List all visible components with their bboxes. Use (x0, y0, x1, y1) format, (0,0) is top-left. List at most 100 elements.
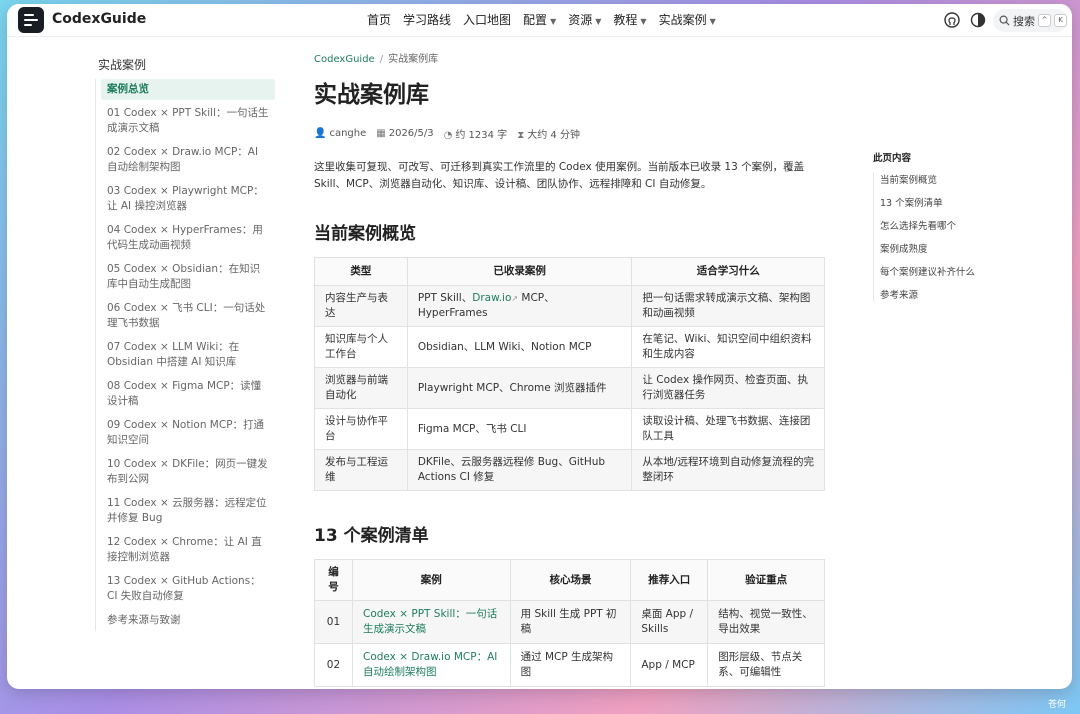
toc-item[interactable]: 怎么选择先看哪个 (880, 218, 1003, 232)
table-header: 案例 (351, 559, 511, 601)
browser-window: CodexGuide 首页 学习路线 入口地图 配置 ▼ 资源 ▼ 教程 ▼ 实战案例… (7, 4, 1072, 689)
word-count-icon: ◔ (443, 130, 453, 141)
table-cell: Obsidian、LLM Wiki、Notion MCP (406, 326, 633, 368)
nav-tutorials[interactable]: 教程 ▼ (613, 11, 646, 28)
meta-read-time: 大约 4 分钟 (527, 130, 580, 141)
nav-home[interactable]: 首页 (367, 11, 391, 28)
toc-item[interactable]: 参考来源 (880, 287, 1003, 301)
nav-entry-map[interactable]: 入口地图 (463, 11, 511, 28)
table-row: 知识库与个人工作台 Obsidian、LLM Wiki、Notion MCP 在… (314, 326, 825, 368)
contrast-icon[interactable] (970, 12, 986, 28)
table-cell: Codex × Draw.io MCP：AI 自动绘制架构图 (351, 643, 511, 687)
github-icon[interactable] (944, 12, 960, 28)
nav-resources[interactable]: 资源 ▼ (568, 11, 601, 28)
search-button[interactable]: 搜索 ^ K (993, 9, 1068, 32)
sidebar-item-04[interactable]: 04 Codex × HyperFrames：用代码生成动画视频 (101, 220, 275, 256)
drawio-link[interactable]: Draw.io (472, 292, 511, 304)
toc-item[interactable]: 当前案例概览 (880, 172, 1003, 186)
table-cell: 通过 MCP 生成架构图 (509, 643, 632, 687)
table-cell: 发布与工程运维 (314, 449, 408, 491)
overview-table: 类型 已收录案例 适合学习什么 内容生产与表达 PPT Skill、Draw.i… (314, 257, 825, 491)
sidebar-item-05[interactable]: 05 Codex × Obsidian：在知识库中自动生成配图 (101, 259, 275, 295)
table-cell: 内容生产与表达 (314, 285, 408, 327)
sidebar-item-10[interactable]: 10 Codex × DKFile：网页一键发布到公网 (101, 454, 275, 490)
sidebar-title: 实战案例 (98, 58, 147, 72)
nav-links: 首页 学习路线 入口地图 配置 ▼ 资源 ▼ 教程 ▼ 实战案例 ▼ (367, 11, 716, 28)
table-cell: 从本地/远程环境到自动修复流程的完整闭环 (631, 449, 825, 491)
table-cell: 浏览器与前端自动化 (314, 367, 408, 409)
table-cell: DKFile、云服务器远程修 Bug、GitHub Actions CI 修复 (406, 449, 633, 491)
hourglass-icon: ⧗ (517, 130, 525, 141)
sidebar-item-03[interactable]: 03 Codex × Playwright MCP：让 AI 操控浏览器 (101, 181, 275, 217)
table-cell: 结构、视觉一致性、导出效果 (707, 600, 825, 644)
sidebar-item-08[interactable]: 08 Codex × Figma MCP：读懂设计稿 (101, 376, 275, 412)
table-row: 设计与协作平台 Figma MCP、飞书 CLI 读取设计稿、处理飞书数据、连接… (314, 408, 825, 450)
section-heading-overview: 当前案例概览 (314, 224, 416, 244)
table-cell: 在笔记、Wiki、知识空间中组织资料和生成内容 (631, 326, 825, 368)
toc-item[interactable]: 案例成熟度 (880, 241, 1003, 255)
main-content: CodexGuide / 实战案例库 实战案例库 👤 canghe ▦ 2026/5/3… (314, 50, 834, 687)
table-row: 浏览器与前端自动化 Playwright MCP、Chrome 浏览器插件 让 … (314, 367, 825, 409)
chevron-down-icon: ▼ (640, 17, 647, 26)
toc-list: 当前案例概览 13 个案例清单 怎么选择先看哪个 案例成熟度 每个案例建议补齐什… (873, 172, 1003, 301)
breadcrumb-home[interactable]: CodexGuide (314, 54, 375, 65)
table-cell: 01 (314, 600, 353, 644)
breadcrumb-current: 实战案例库 (388, 54, 439, 65)
meta-date: 2026/5/3 (388, 128, 434, 139)
author-icon: 👤 (314, 128, 327, 139)
search-icon (999, 15, 1010, 26)
table-cell: 图形层级、节点关系、可编辑性 (707, 643, 825, 687)
table-header-row: 类型 已收录案例 适合学习什么 (314, 257, 825, 286)
toc-title: 此页内容 (873, 153, 912, 164)
site-logo-icon[interactable] (18, 7, 44, 33)
table-cell: 设计与协作平台 (314, 408, 408, 450)
table-cell: 读取设计稿、处理飞书数据、连接团队工具 (631, 408, 825, 450)
table-cell: 用 Skill 生成 PPT 初稿 (509, 600, 632, 644)
case-link-01[interactable]: Codex × PPT Skill：一句话生成演示文稿 (363, 608, 497, 635)
sidebar-item-02[interactable]: 02 Codex × Draw.io MCP：AI 自动绘制架构图 (101, 142, 275, 178)
table-header: 验证重点 (707, 559, 825, 601)
table-cell: App / MCP (630, 643, 709, 687)
table-header: 已收录案例 (406, 257, 633, 286)
meta-words: 约 1234 字 (455, 130, 508, 141)
table-row: 内容生产与表达 PPT Skill、Draw.io↗ MCP、HyperFram… (314, 285, 825, 327)
search-label: 搜索 (1013, 14, 1035, 28)
nav-icon-group (944, 12, 986, 28)
table-row: 02 Codex × Draw.io MCP：AI 自动绘制架构图 通过 MCP… (314, 643, 825, 687)
toc-item[interactable]: 13 个案例清单 (880, 195, 1003, 209)
sidebar-item-01[interactable]: 01 Codex × PPT Skill：一句话生成演示文稿 (101, 103, 275, 139)
toc-item[interactable]: 每个案例建议补齐什么 (880, 264, 1003, 278)
watermark: 苍何 (1048, 700, 1067, 710)
table-header: 核心场景 (509, 559, 632, 601)
page-meta: 👤 canghe ▦ 2026/5/3 ◔ 约 1234 字 ⧗ 大约 4 分钟 (314, 126, 834, 141)
sidebar-item-13[interactable]: 13 Codex × GitHub Actions：CI 失败自动修复 (101, 571, 275, 607)
breadcrumb-separator: / (379, 54, 384, 65)
table-cell: Codex × PPT Skill：一句话生成演示文稿 (351, 600, 511, 644)
sidebar-item-12[interactable]: 12 Codex × Chrome：让 AI 直接控制浏览器 (101, 532, 275, 568)
sidebar-item-11[interactable]: 11 Codex × 云服务器：远程定位并修复 Bug (101, 493, 275, 529)
table-cell: PPT Skill、Draw.io↗ MCP、HyperFrames (406, 285, 633, 327)
calendar-icon: ▦ (376, 128, 386, 139)
table-cell: 知识库与个人工作台 (314, 326, 408, 368)
table-cell: 让 Codex 操作网页、检查页面、执行浏览器任务 (631, 367, 825, 409)
nav-cases[interactable]: 实战案例 ▼ (659, 11, 716, 28)
table-cell: 把一句话需求转成演示文稿、架构图和动画视频 (631, 285, 825, 327)
chevron-down-icon: ▼ (709, 17, 716, 26)
sidebar-item-09[interactable]: 09 Codex × Notion MCP：打通知识空间 (101, 415, 275, 451)
table-header-row: 编号 案例 核心场景 推荐入口 验证重点 (314, 559, 825, 601)
sidebar-item-references[interactable]: 参考来源与致谢 (101, 610, 275, 631)
on-this-page-toc: 此页内容 当前案例概览 13 个案例清单 怎么选择先看哪个 案例成熟度 每个案例… (873, 150, 1003, 310)
table-header: 适合学习什么 (631, 257, 825, 286)
nav-learning-path[interactable]: 学习路线 (403, 11, 451, 28)
table-header: 推荐入口 (630, 559, 709, 601)
sidebar-item-07[interactable]: 07 Codex × LLM Wiki：在 Obsidian 中搭建 AI 知识… (101, 337, 275, 373)
sidebar-list: 案例总览 01 Codex × PPT Skill：一句话生成演示文稿 02 C… (95, 79, 275, 631)
case-link-02[interactable]: Codex × Draw.io MCP：AI 自动绘制架构图 (363, 651, 497, 678)
sidebar-item-06[interactable]: 06 Codex × 飞书 CLI：一句话处理飞书数据 (101, 298, 275, 334)
sidebar: 实战案例 案例总览 01 Codex × PPT Skill：一句话生成演示文稿… (95, 56, 275, 634)
page-title: 实战案例库 (314, 82, 429, 108)
nav-config[interactable]: 配置 ▼ (523, 11, 556, 28)
sidebar-item-overview[interactable]: 案例总览 (101, 79, 275, 100)
site-name[interactable]: CodexGuide (52, 11, 146, 27)
table-cell: Figma MCP、飞书 CLI (406, 408, 633, 450)
